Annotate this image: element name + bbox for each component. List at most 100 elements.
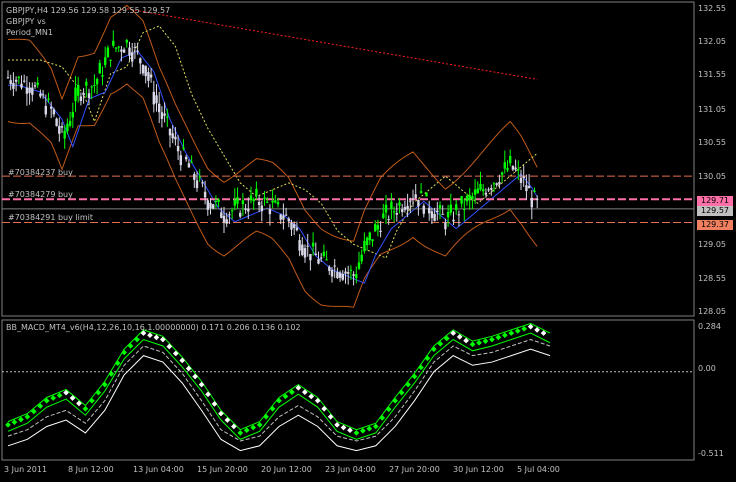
limit-price-tag: 129.37: [697, 220, 733, 230]
macd-dot: [114, 360, 121, 366]
candle-body: [411, 198, 415, 200]
candle-body: [201, 182, 204, 184]
time-tick: 30 Jun 12:00: [453, 465, 504, 474]
candle-body: [328, 266, 331, 271]
candle-body: [174, 136, 177, 140]
macd-dot: [237, 430, 244, 436]
macd-dot: [508, 330, 515, 336]
candle-body: [260, 205, 263, 212]
candle-body: [190, 161, 193, 163]
candle-body: [368, 232, 371, 241]
candle-body: [98, 63, 101, 74]
candle-body: [333, 265, 336, 267]
candle-body: [436, 210, 439, 213]
macd-tick: 0.284: [698, 322, 721, 331]
candle-body: [14, 79, 18, 82]
order-label-2[interactable]: #70384279 buy: [8, 190, 73, 200]
candle-body: [214, 201, 218, 203]
macd-dot: [411, 373, 418, 380]
candle-body: [287, 218, 290, 222]
order-label-1[interactable]: #70384237 buy: [8, 168, 73, 178]
candle-body: [390, 201, 393, 209]
candle-body: [198, 176, 201, 178]
candle-body: [325, 259, 328, 261]
current-price-tag: 129.57: [697, 206, 733, 216]
candle-body: [109, 59, 112, 61]
candle-body: [330, 270, 334, 277]
candle-body: [484, 192, 488, 195]
macd-dot: [160, 336, 166, 343]
candle-body: [120, 49, 123, 52]
candle-body: [125, 39, 128, 43]
time-tick: 8 Jun 12:00: [68, 465, 114, 474]
candle-body: [122, 49, 126, 53]
candle-body: [12, 82, 15, 89]
macd-dot: [263, 413, 269, 420]
macd-dot: [392, 397, 398, 404]
candle-body: [87, 93, 91, 98]
candle-body: [398, 202, 401, 206]
candle-body: [500, 172, 504, 175]
order-label-3[interactable]: #70384291 buy limit: [8, 213, 93, 223]
candle-body: [90, 86, 93, 88]
candle-body: [433, 213, 436, 222]
macd-tick: -0.511: [698, 449, 724, 458]
candle-body: [77, 84, 80, 96]
macd-dot: [172, 350, 179, 357]
candle-body: [187, 163, 191, 168]
candle-body: [290, 222, 293, 230]
candle-body: [455, 204, 458, 211]
candle-body: [468, 195, 471, 200]
candle-body: [17, 76, 20, 78]
candle-body: [425, 192, 428, 197]
candle-body: [133, 46, 137, 48]
candle-body: [271, 200, 274, 203]
candle-body: [336, 271, 339, 279]
candle-body: [268, 208, 272, 215]
candle-body: [422, 205, 425, 214]
candle-body: [452, 219, 455, 222]
candle-body: [311, 242, 315, 247]
macd-dot: [405, 381, 411, 388]
price-tick: 132.55: [698, 4, 726, 13]
macd-dot: [231, 423, 237, 430]
candle-body: [320, 257, 323, 259]
candle-body: [395, 212, 398, 215]
price-tick: 128.55: [698, 274, 726, 283]
time-tick: 23 Jun 04:00: [325, 465, 376, 474]
candle-body: [182, 147, 185, 149]
macd-dot: [211, 401, 218, 407]
macd-dot: [205, 391, 211, 398]
candle-body: [263, 197, 266, 200]
candle-body: [465, 196, 469, 202]
candle-body: [60, 126, 64, 128]
chart-canvas[interactable]: [0, 0, 736, 480]
candle-body: [44, 105, 47, 115]
candle-body: [495, 183, 498, 185]
macd-dot: [385, 406, 392, 413]
candle-body: [255, 188, 258, 196]
candle-body: [20, 83, 23, 88]
macd-indicator-label: BB_MACD_MT4_v6(H4,12,26,10,16,1.00000000…: [6, 323, 301, 332]
candle-body: [506, 168, 509, 171]
resistance-line: [126, 8, 538, 80]
candle-body: [406, 205, 409, 210]
candle-body: [360, 254, 363, 262]
macd-dot: [185, 365, 192, 372]
macd-dot: [121, 349, 127, 356]
candle-body: [379, 230, 382, 232]
candle-body: [66, 123, 69, 132]
candle-body: [317, 259, 320, 264]
candle-body: [355, 274, 358, 278]
candle-body: [55, 118, 58, 127]
candle-body: [503, 162, 506, 169]
candle-body: [166, 116, 169, 118]
candle-body: [212, 204, 215, 209]
macd-dot: [514, 328, 521, 334]
chart-window[interactable]: GBPJPY,H4 129.56 129.58 129.55 129.57 GB…: [0, 0, 736, 480]
candle-body: [176, 146, 180, 152]
candle-body: [525, 185, 528, 192]
candle-body: [322, 251, 326, 257]
candle-body: [298, 240, 301, 251]
candle-body: [179, 155, 182, 166]
